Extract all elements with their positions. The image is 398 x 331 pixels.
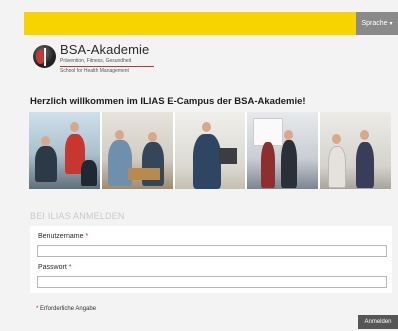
password-label: Passwort * <box>38 264 72 271</box>
language-label: Sprache <box>361 20 388 27</box>
required-marker: * <box>68 264 72 271</box>
logo-tagline: Prävention, Fitness, Gesundheit <box>60 58 132 64</box>
banner-panel-consultation <box>101 112 175 189</box>
password-input[interactable] <box>37 276 387 288</box>
login-form: Benutzername * Passwort * <box>30 226 392 293</box>
banner-panel-fitness <box>29 112 102 189</box>
logo-brand-name: BSA-Akademie <box>60 42 150 57</box>
username-input[interactable] <box>37 245 387 257</box>
username-label: Benutzername * <box>38 233 89 240</box>
top-bar: Sprache ▾ <box>24 12 398 35</box>
banner-panel-exercise <box>320 112 391 189</box>
bsa-logo[interactable]: BSA-Akademie Prävention, Fitness, Gesund… <box>33 42 154 74</box>
welcome-heading: Herzlich willkommen im ILIAS E-Campus de… <box>30 96 306 107</box>
required-marker: * <box>85 233 89 240</box>
language-selector-button[interactable]: Sprache ▾ <box>356 12 398 35</box>
logo-divider <box>60 66 154 67</box>
banner-image <box>29 112 391 189</box>
globe-logo-icon <box>33 45 56 68</box>
banner-panel-office <box>174 112 248 189</box>
login-submit-button[interactable]: Anmelden <box>358 315 398 329</box>
logo-subtag: School for Health Management <box>60 68 129 74</box>
banner-panel-training <box>247 112 321 189</box>
required-note: * Erforderliche Angabe <box>36 306 97 312</box>
caret-down-icon: ▾ <box>389 21 393 27</box>
login-section-title: BEI ILIAS ANMELDEN <box>30 211 125 221</box>
